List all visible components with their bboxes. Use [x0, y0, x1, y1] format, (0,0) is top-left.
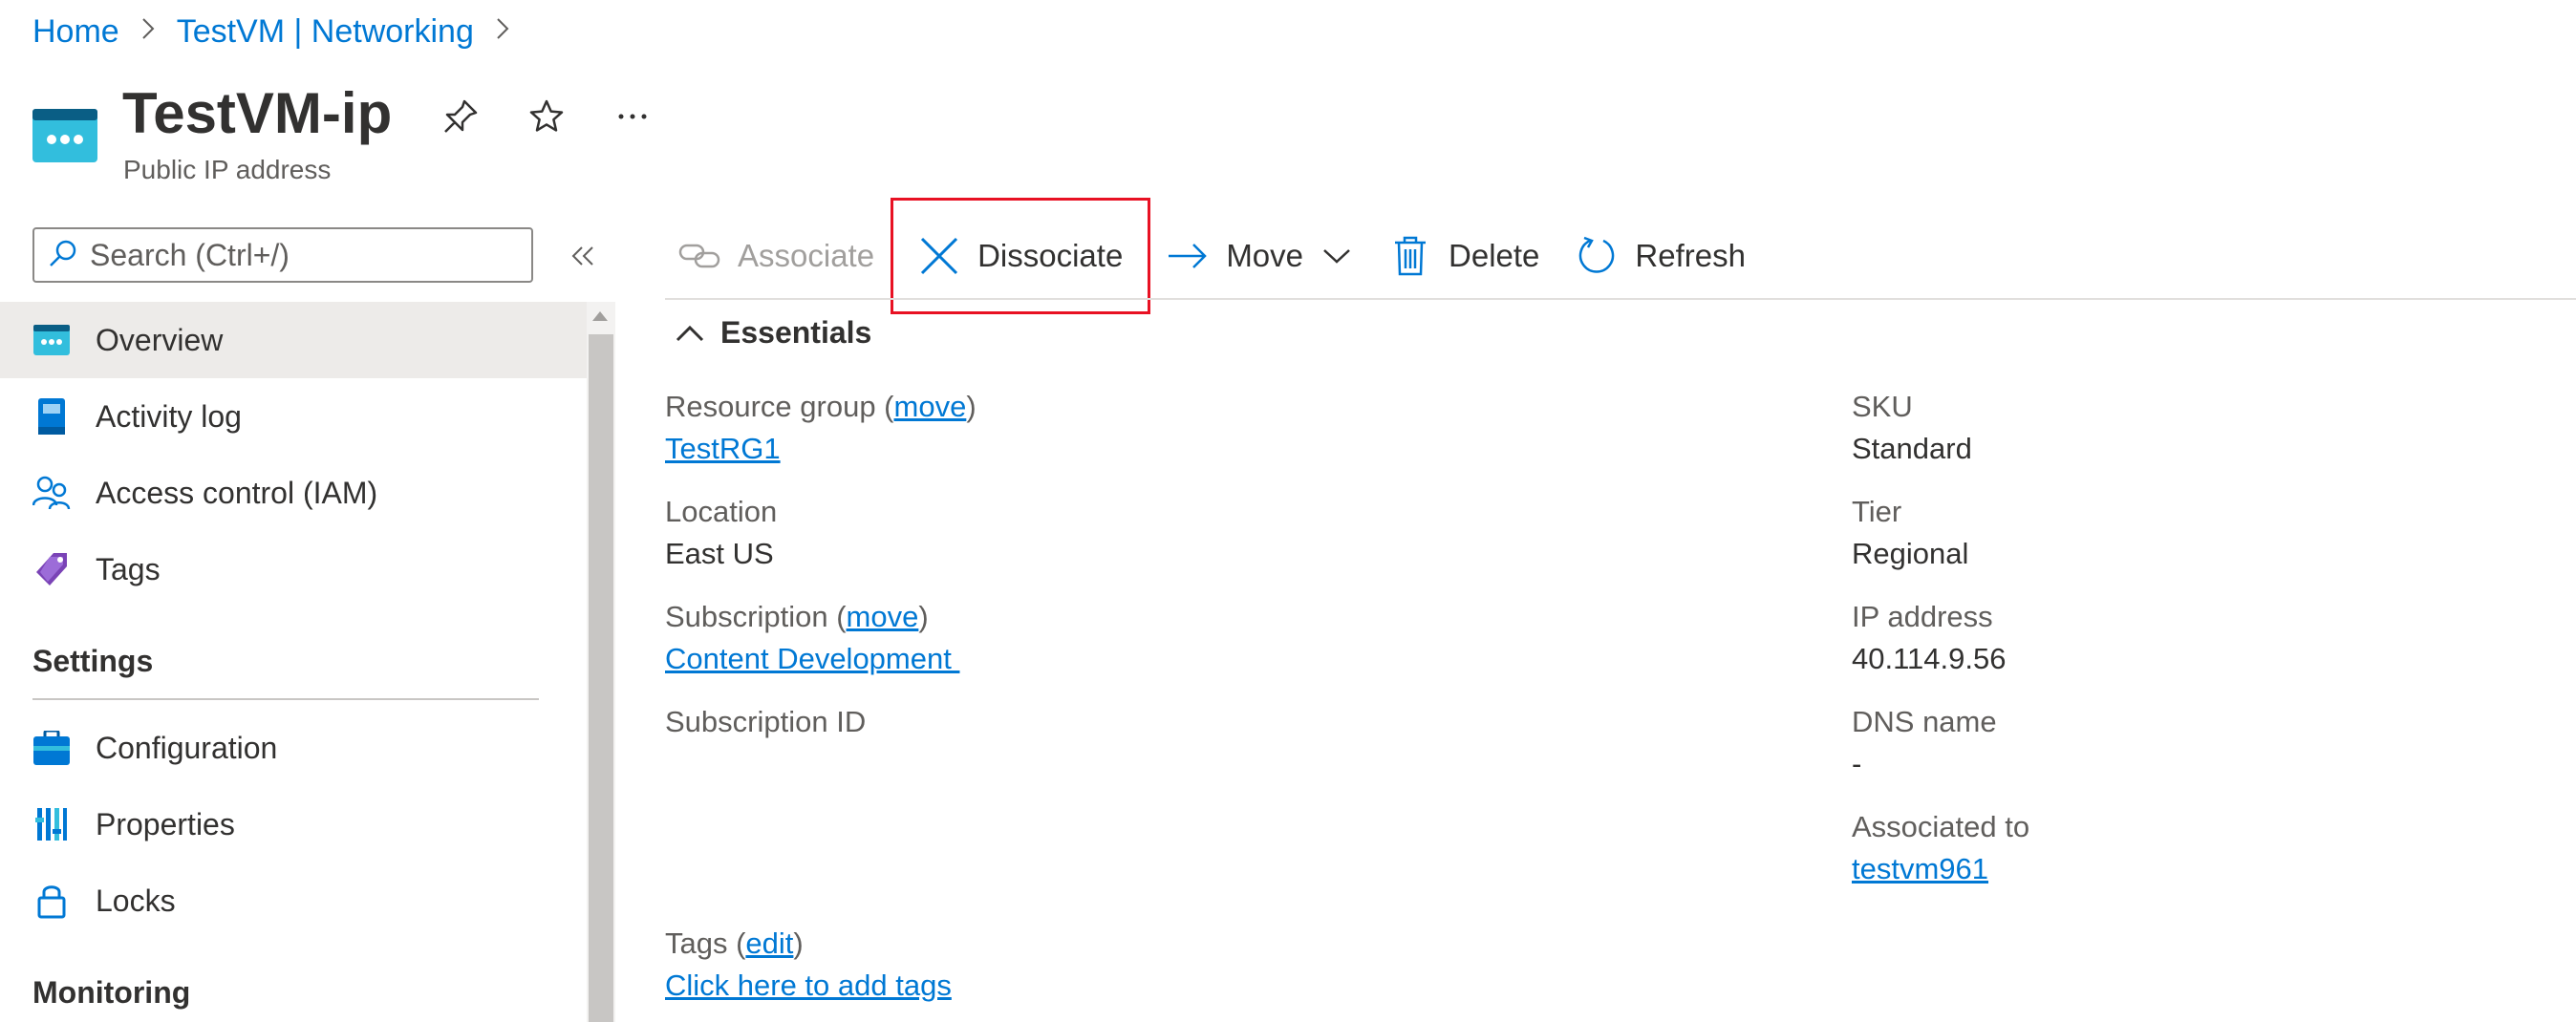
field-subscription: Subscription (move) Content Development [665, 600, 960, 676]
scroll-up-arrow-icon[interactable] [592, 311, 608, 321]
dissociate-label: Dissociate [977, 238, 1124, 273]
sidebar-item-configuration[interactable]: Configuration [0, 710, 587, 786]
chevron-down-icon [1322, 247, 1351, 265]
search-box[interactable] [32, 227, 533, 283]
sidebar-item-overview[interactable]: Overview [0, 302, 587, 378]
link-icon [678, 235, 720, 277]
sidebar-item-label: Configuration [96, 730, 278, 765]
sidebar-item-label: Locks [96, 883, 176, 918]
sidebar-item-label: Activity log [96, 398, 242, 434]
properties-icon [32, 805, 71, 843]
overview-icon [32, 321, 71, 359]
star-icon[interactable] [526, 96, 568, 138]
page-subtitle: Public IP address [123, 155, 332, 184]
arrow-right-icon [1167, 235, 1209, 277]
subscription-link[interactable]: Content Development [665, 642, 959, 676]
sidebar-item-locks[interactable]: Locks [0, 862, 587, 939]
sidebar-item-label: Overview [96, 322, 224, 357]
move-label: Move [1226, 238, 1304, 273]
delete-label: Delete [1449, 238, 1540, 273]
sidebar-item-tags[interactable]: Tags [0, 531, 587, 607]
refresh-button[interactable]: Refresh [1562, 222, 1759, 290]
refresh-label: Refresh [1635, 238, 1746, 273]
breadcrumb-home[interactable]: Home [32, 13, 119, 51]
search-input[interactable] [88, 236, 512, 274]
essentials-heading: Essentials [720, 315, 872, 350]
section-heading-settings: Settings [32, 644, 154, 678]
field-sku: SKU Standard [1852, 390, 1972, 465]
dissociate-button[interactable]: Dissociate [891, 198, 1151, 314]
chevron-up-icon [675, 315, 705, 351]
resource-group-link[interactable]: TestRG1 [665, 432, 977, 466]
sidebar-item-properties[interactable]: Properties [0, 786, 587, 862]
sidebar-scrollbar-thumb[interactable] [589, 334, 613, 1022]
associated-nic-link[interactable]: testvm961 [1852, 852, 2029, 886]
page-title: TestVM-ip [122, 81, 393, 145]
toolbar-divider [665, 298, 2576, 300]
command-bar: Associate Dissociate Move Delete Refresh [665, 198, 1759, 314]
more-icon[interactable] [612, 96, 654, 138]
field-dns-name: DNS name - [1852, 705, 1997, 780]
field-associated-to: Associated to testvm961 [1852, 810, 2030, 886]
move-resource-group-link[interactable]: move [894, 390, 967, 423]
chevron-right-icon [140, 16, 156, 49]
trash-icon [1389, 235, 1431, 277]
breadcrumb: Home TestVM | Networking [32, 13, 510, 51]
move-button[interactable]: Move [1153, 222, 1364, 290]
sidebar-item-label: Access control (IAM) [96, 475, 378, 510]
lock-icon [32, 882, 71, 920]
field-ip-address: IP address 40.114.9.56 [1852, 600, 2007, 675]
edit-tags-link[interactable]: edit [745, 926, 793, 960]
field-resource-group: Resource group (move) TestRG1 [665, 390, 977, 466]
section-heading-monitoring: Monitoring [32, 975, 191, 1010]
public-ip-icon [32, 109, 97, 162]
chevron-right-icon [495, 16, 510, 49]
field-location: Location East US [665, 495, 778, 570]
move-subscription-link[interactable]: move [847, 600, 919, 633]
search-icon [48, 238, 78, 273]
field-tags: Tags (edit) Click here to add tags [665, 926, 952, 1003]
add-tags-link[interactable]: Click here to add tags [665, 969, 952, 1003]
sidebar-item-label: Properties [96, 806, 235, 841]
sidebar-item-activity-log[interactable]: Activity log [0, 378, 587, 455]
field-subscription-id: Subscription ID [665, 705, 867, 738]
associate-button[interactable]: Associate [665, 222, 888, 290]
refresh-icon [1576, 235, 1618, 277]
sidebar-item-iam[interactable]: Access control (IAM) [0, 455, 587, 531]
sidebar-nav: Overview Activity log Access control (IA… [0, 302, 587, 1011]
delete-button[interactable]: Delete [1376, 222, 1553, 290]
field-tier: Tier Regional [1852, 495, 1969, 570]
people-icon [32, 474, 71, 512]
essentials-toggle[interactable]: Essentials [675, 315, 871, 351]
header-actions [440, 96, 654, 138]
sidebar-item-label: Tags [96, 551, 161, 586]
tag-icon [32, 550, 71, 588]
associate-label: Associate [738, 238, 875, 273]
pin-icon[interactable] [440, 96, 482, 138]
breadcrumb-parent[interactable]: TestVM | Networking [177, 13, 474, 51]
activity-log-icon [32, 397, 71, 436]
collapse-menu-icon[interactable] [564, 237, 602, 275]
close-icon [918, 235, 960, 277]
configuration-icon [32, 729, 71, 767]
